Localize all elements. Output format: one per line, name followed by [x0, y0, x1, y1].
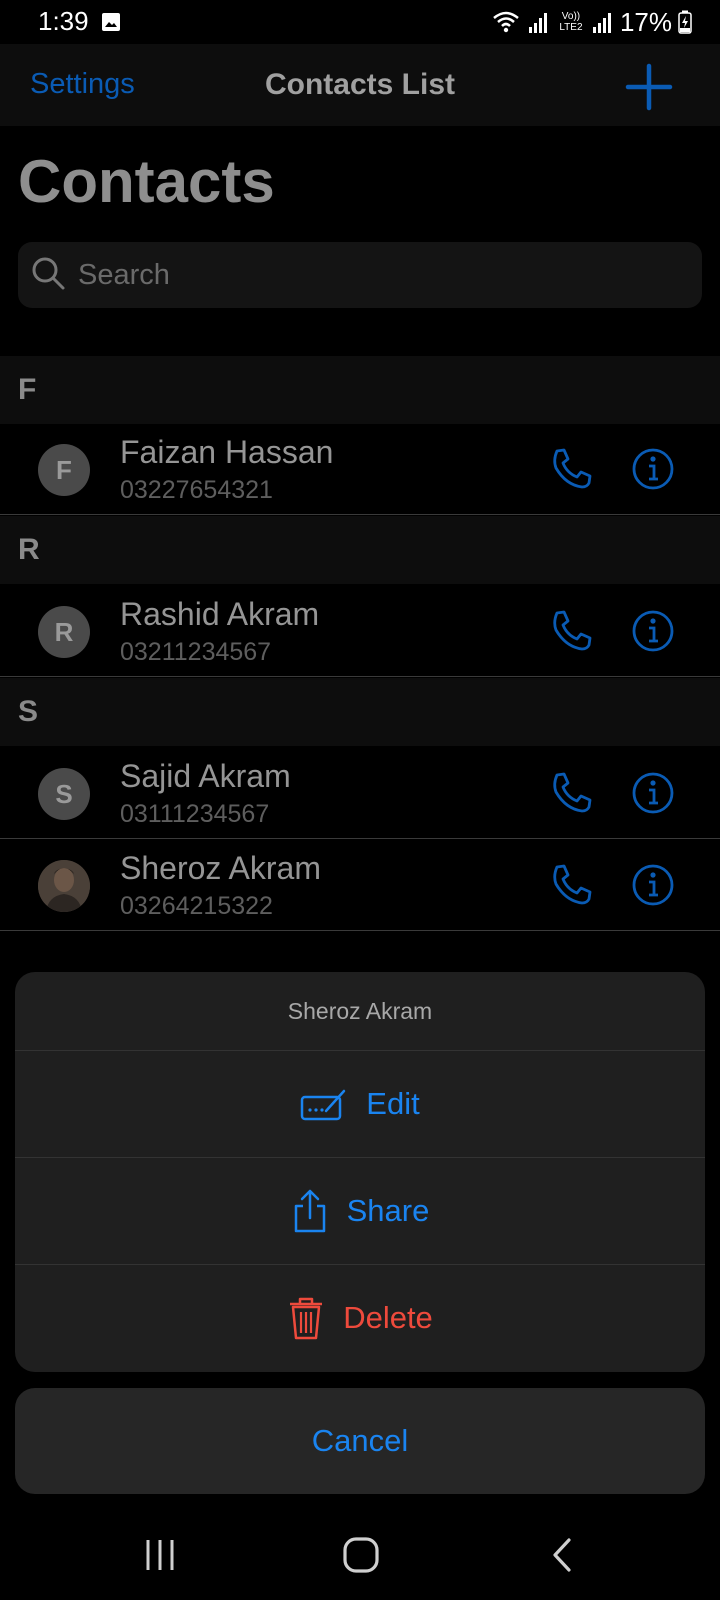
section-letter: R — [18, 533, 40, 566]
section-header-s: S — [0, 678, 720, 746]
recent-apps-icon — [146, 1540, 174, 1570]
back-icon — [553, 1538, 571, 1572]
contact-phone: 03264215322 — [120, 892, 273, 920]
share-label: Share — [346, 1193, 430, 1228]
phone-icon[interactable] — [548, 770, 594, 816]
signal-icon — [592, 13, 611, 33]
avatar: R — [38, 606, 90, 658]
battery-percent: 17% — [619, 6, 672, 37]
delete-button[interactable]: Delete — [15, 1265, 705, 1371]
share-icon — [294, 1189, 325, 1233]
search-icon — [32, 257, 65, 290]
trash-icon — [290, 1297, 323, 1340]
back-button[interactable] — [532, 1530, 592, 1580]
home-icon — [343, 1537, 379, 1573]
avatar-photo — [38, 860, 90, 912]
network-type-label: Vo)) LTE2 — [559, 11, 583, 33]
action-sheet: Sheroz Akram Edit Share Delete — [15, 972, 705, 1372]
action-sheet-title: Sheroz Akram — [15, 972, 705, 1051]
cancel-button[interactable]: Cancel — [15, 1388, 705, 1494]
contact-name: Sajid Akram — [120, 758, 291, 794]
contact-row[interactable]: R Rashid Akram 03211234567 — [0, 586, 720, 677]
system-navigation-bar — [0, 1510, 720, 1600]
edit-button[interactable]: Edit — [15, 1051, 705, 1158]
search-input[interactable] — [78, 255, 678, 295]
info-icon[interactable] — [630, 862, 676, 908]
section-header-f: F — [0, 356, 720, 424]
section-header-r: R — [0, 516, 720, 584]
contact-row[interactable]: S Sajid Akram 03111234567 — [0, 748, 720, 839]
contact-name: Sheroz Akram — [120, 850, 321, 886]
info-icon[interactable] — [630, 770, 676, 816]
delete-label: Delete — [343, 1300, 433, 1335]
contact-phone: 03227654321 — [120, 476, 273, 504]
plus-icon[interactable] — [624, 62, 674, 112]
section-letter: F — [18, 373, 37, 406]
info-icon[interactable] — [630, 446, 676, 492]
contact-name: Rashid Akram — [120, 596, 320, 632]
gallery-notification-icon — [102, 13, 120, 31]
contact-row[interactable]: Sheroz Akram 03264215322 — [0, 840, 720, 931]
info-icon[interactable] — [630, 608, 676, 654]
share-button[interactable]: Share — [15, 1158, 705, 1265]
contact-name: Faizan Hassan — [120, 434, 334, 470]
nav-title: Contacts List — [264, 68, 456, 101]
status-time: 1:39 — [38, 6, 89, 36]
edit-label: Edit — [366, 1086, 420, 1121]
wifi-icon — [493, 11, 519, 33]
signal-icon — [528, 13, 547, 33]
page-title: Contacts — [18, 148, 275, 215]
person-photo — [38, 860, 90, 912]
phone-icon[interactable] — [548, 862, 594, 908]
recent-apps-button[interactable] — [130, 1530, 190, 1580]
home-button[interactable] — [331, 1530, 391, 1580]
section-letter: S — [18, 695, 39, 728]
contact-phone: 03211234567 — [120, 638, 272, 666]
phone-icon[interactable] — [548, 608, 594, 654]
contact-phone: 03111234567 — [120, 800, 270, 828]
battery-charging-icon — [678, 10, 692, 34]
status-indicators: Vo)) LTE2 17% — [492, 6, 692, 37]
avatar: S — [38, 768, 90, 820]
contact-row[interactable]: F Faizan Hassan 03227654321 — [0, 424, 720, 515]
phone-icon[interactable] — [548, 446, 594, 492]
edit-icon — [301, 1089, 346, 1121]
avatar: F — [38, 444, 90, 496]
